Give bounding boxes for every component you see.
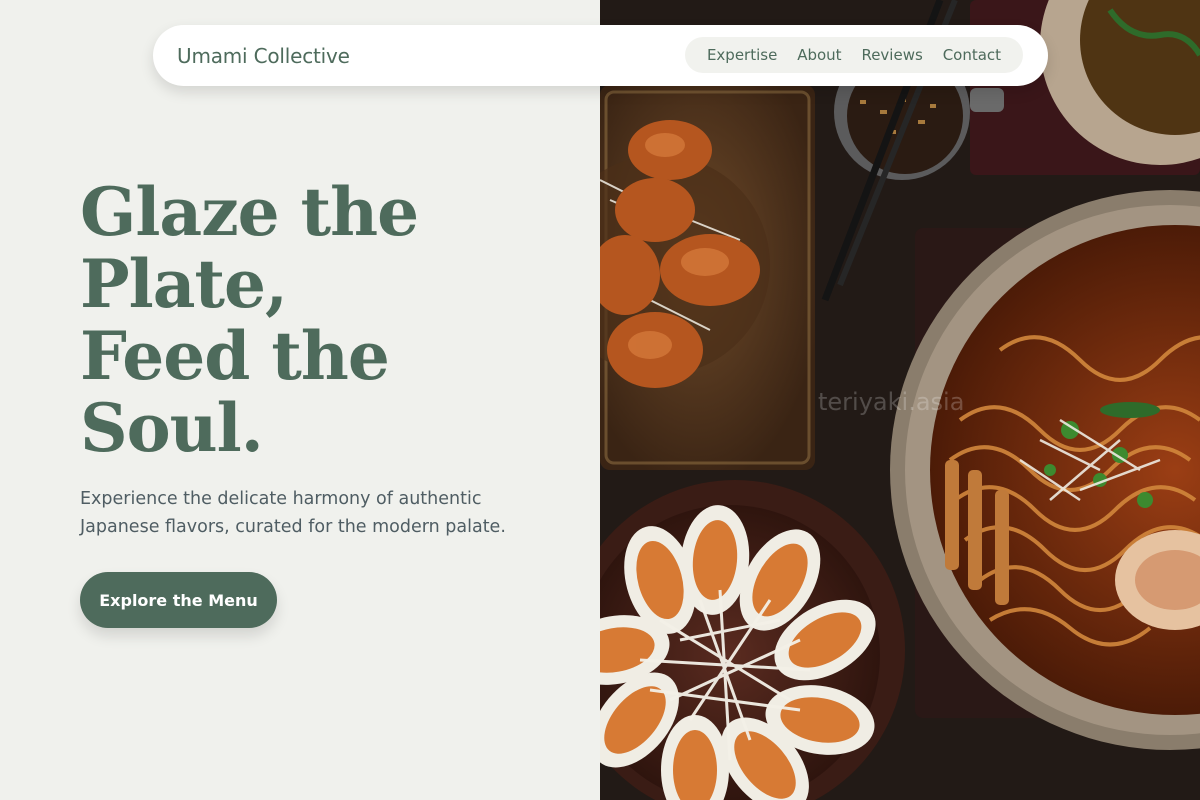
headline-line: Plate, [80, 245, 288, 323]
brand-logo[interactable]: Umami Collective [177, 44, 350, 68]
navbar: Umami Collective Expertise About Reviews… [153, 25, 1048, 86]
headline-line: Feed the [80, 317, 390, 395]
nav-link-about[interactable]: About [797, 46, 841, 64]
headline-line: Glaze the [80, 173, 419, 251]
nav-link-reviews[interactable]: Reviews [861, 46, 922, 64]
explore-menu-button[interactable]: Explore the Menu [80, 572, 277, 628]
headline-line: Soul. [80, 389, 264, 467]
nav-link-expertise[interactable]: Expertise [707, 46, 777, 64]
hero-subtitle: Experience the delicate harmony of authe… [80, 489, 506, 537]
hero-headline: Glaze the Plate, Feed the Soul. [80, 176, 520, 464]
nav-link-contact[interactable]: Contact [943, 46, 1001, 64]
nav-links: Expertise About Reviews Contact [685, 37, 1023, 73]
image-watermark: teriyaki.asia [818, 388, 965, 416]
